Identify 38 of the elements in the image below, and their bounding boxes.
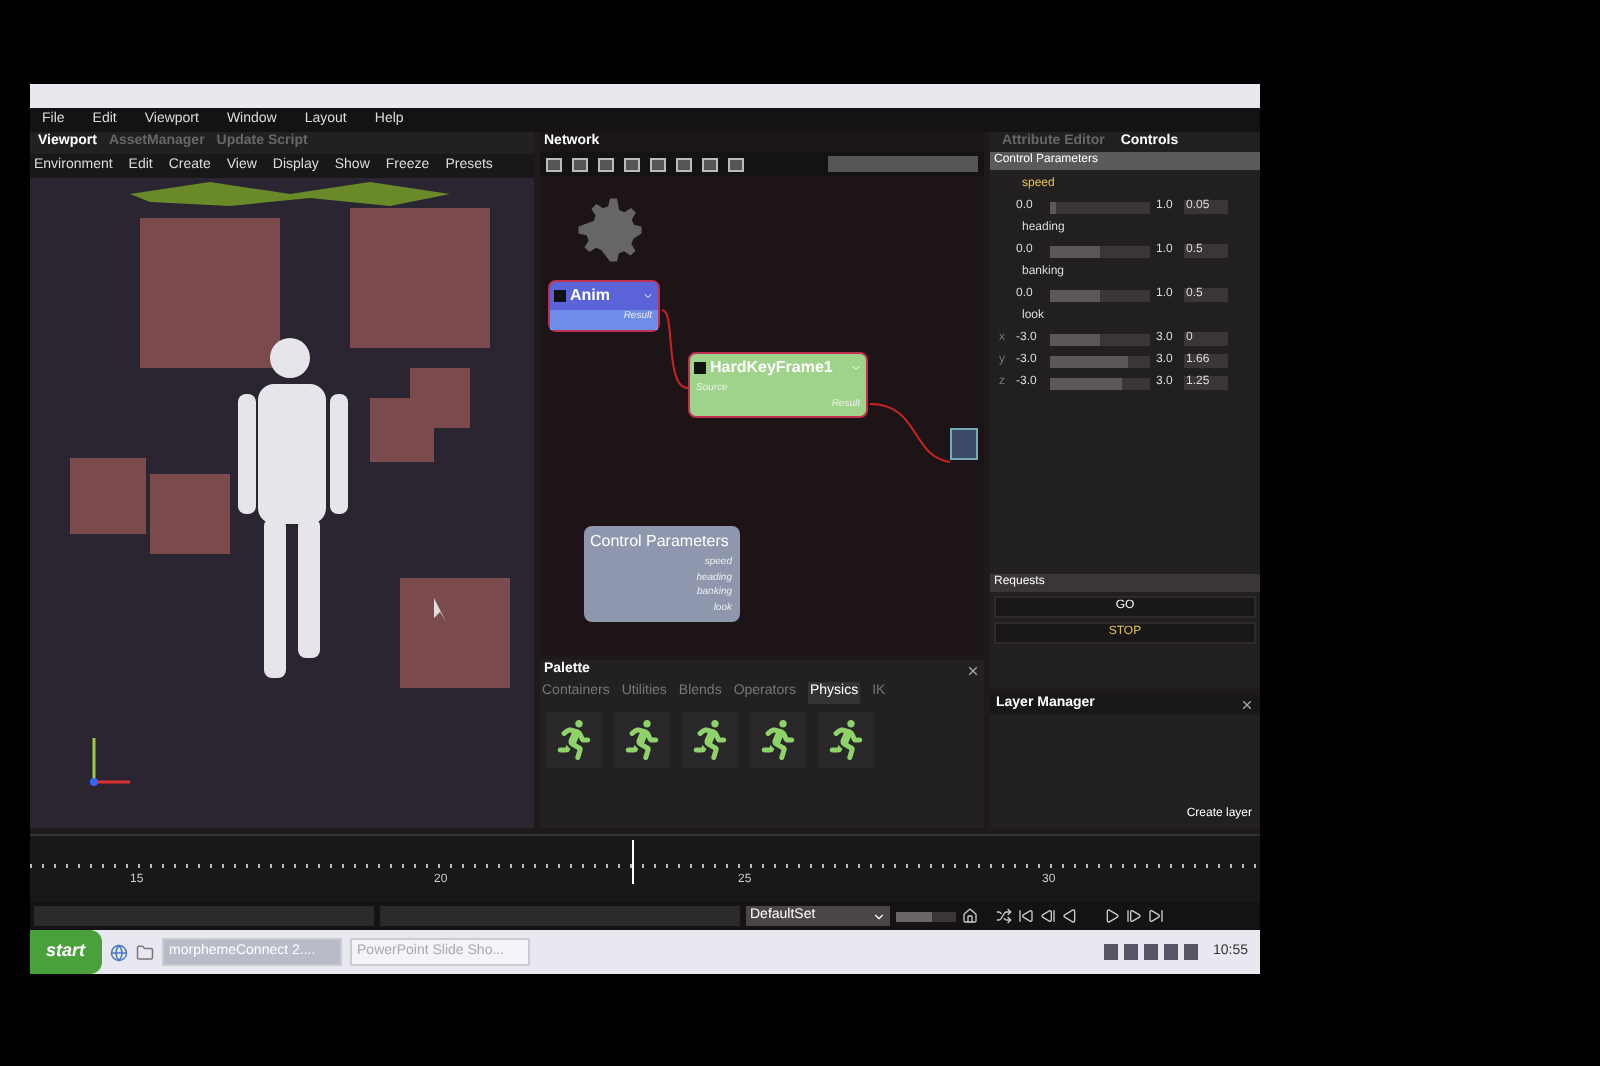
caret-icon xyxy=(850,362,862,374)
play-icon[interactable] xyxy=(1104,908,1120,924)
search-field[interactable] xyxy=(828,156,978,172)
slider-track[interactable] xyxy=(1050,245,1150,257)
caret-icon xyxy=(642,290,654,302)
speed-slider[interactable] xyxy=(896,911,956,921)
running-figure-icon[interactable] xyxy=(818,712,874,768)
node-fragment xyxy=(950,428,978,460)
slider-track[interactable] xyxy=(1050,377,1150,389)
running-figure-icon[interactable] xyxy=(750,712,806,768)
slider-track[interactable] xyxy=(1050,201,1150,213)
node-handle-icon xyxy=(694,362,706,374)
node-handle-icon xyxy=(554,290,566,302)
mouse-cursor-icon xyxy=(434,598,446,622)
slider-track[interactable] xyxy=(1050,289,1150,301)
axis-gizmo-icon xyxy=(90,738,130,786)
skip-back-icon[interactable] xyxy=(1018,908,1034,924)
node-title: HardKeyFrame1 xyxy=(710,356,833,380)
home-icon[interactable] xyxy=(962,908,978,924)
close-icon[interactable] xyxy=(966,664,980,678)
play-reverse-icon[interactable] xyxy=(1062,908,1078,924)
connector-wire xyxy=(869,403,951,463)
slider-track[interactable] xyxy=(1050,355,1150,367)
slider-track[interactable] xyxy=(1050,333,1150,345)
step-back-icon[interactable] xyxy=(1040,908,1056,924)
running-figure-icon[interactable] xyxy=(546,712,602,768)
node-title: Control Parameters xyxy=(590,530,729,554)
folder-icon[interactable] xyxy=(135,943,154,961)
close-icon[interactable] xyxy=(1240,697,1254,711)
running-figure-icon[interactable] xyxy=(682,712,738,768)
caret-icon xyxy=(872,909,886,923)
crossed-arrows-icon[interactable] xyxy=(996,908,1012,924)
browser-icon[interactable] xyxy=(109,943,128,961)
connector-wire xyxy=(661,309,689,389)
step-forward-icon[interactable] xyxy=(1126,908,1142,924)
running-figure-icon[interactable] xyxy=(614,712,670,768)
skip-forward-icon[interactable] xyxy=(1148,908,1164,924)
node-title: Anim xyxy=(570,284,610,308)
